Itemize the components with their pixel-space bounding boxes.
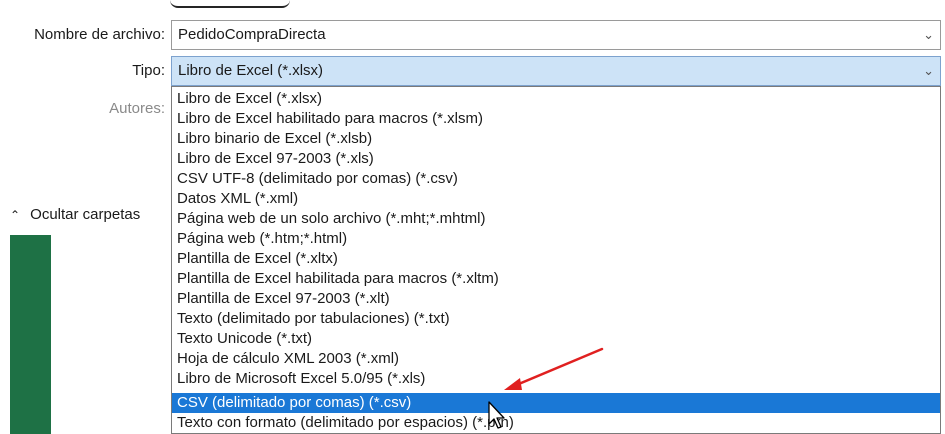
chevron-down-icon[interactable]: ⌄ — [923, 21, 934, 49]
dropdown-option[interactable]: Libro de Excel habilitado para macros (*… — [172, 109, 940, 129]
dropdown-option[interactable]: Plantilla de Excel 97-2003 (*.xlt) — [172, 289, 940, 309]
mouse-cursor-icon — [488, 401, 505, 429]
file-name-label: Nombre de archivo: — [34, 26, 165, 43]
dropdown-option[interactable]: Página web de un solo archivo (*.mht;*.m… — [172, 209, 940, 229]
dropdown-option[interactable]: Libro binario de Excel (*.xlsb) — [172, 129, 940, 149]
file-type-value: Libro de Excel (*.xlsx) — [178, 62, 324, 79]
excel-green-panel — [10, 235, 51, 434]
chevron-up-icon: ⌃ — [10, 208, 21, 222]
dropdown-option[interactable]: Libro de Excel (*.xlsx) — [172, 89, 940, 109]
dropdown-option[interactable]: Página web (*.htm;*.html) — [172, 229, 940, 249]
red-arrow-annotation — [504, 347, 604, 390]
file-name-value: PedidoCompraDirecta — [178, 26, 326, 43]
authors-label: Autores: — [109, 100, 165, 117]
file-name-field[interactable]: PedidoCompraDirecta ⌄ — [171, 20, 941, 50]
file-type-label: Tipo: — [132, 62, 165, 79]
dropdown-option-selected[interactable]: CSV (delimitado por comas) (*.csv) — [172, 393, 940, 413]
hide-folders-label: Ocultar carpetas — [30, 206, 141, 223]
cropped-text-fragment — [170, 0, 290, 8]
dropdown-option[interactable]: CSV UTF-8 (delimitado por comas) (*.csv) — [172, 169, 940, 189]
dropdown-option[interactable]: Libro de Excel 97-2003 (*.xls) — [172, 149, 940, 169]
dropdown-option[interactable]: Plantilla de Excel (*.xltx) — [172, 249, 940, 269]
dropdown-option[interactable]: Texto (delimitado por tabulaciones) (*.t… — [172, 309, 940, 329]
chevron-down-icon[interactable]: ⌄ — [923, 57, 934, 85]
hide-folders-button[interactable]: ⌃ Ocultar carpetas — [10, 206, 140, 223]
dropdown-option[interactable]: Texto con formato (delimitado por espaci… — [172, 413, 940, 433]
dropdown-option[interactable]: Datos XML (*.xml) — [172, 189, 940, 209]
file-type-select[interactable]: Libro de Excel (*.xlsx) ⌄ — [171, 56, 941, 86]
dropdown-option[interactable]: Plantilla de Excel habilitada para macro… — [172, 269, 940, 289]
